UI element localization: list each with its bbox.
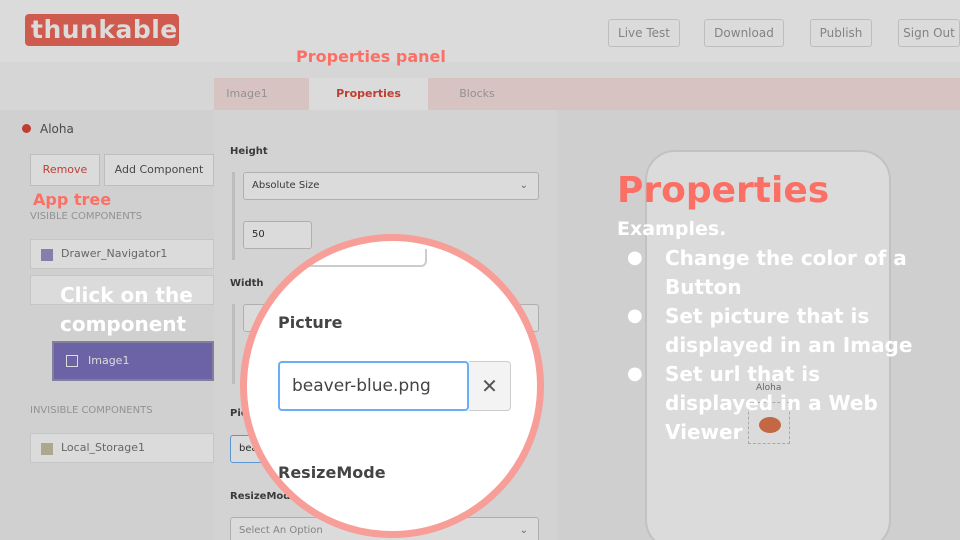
magnified-field-edge: [247, 249, 427, 267]
bullet-item-2: Set picture that is displayed in an Imag…: [665, 304, 913, 357]
properties-heading: Properties: [617, 170, 830, 211]
magnifier-circle: Picture beaver-blue.png ✕ ResizeMode: [240, 234, 544, 538]
close-icon[interactable]: ✕: [469, 361, 511, 411]
click-caption-line2: component: [60, 312, 187, 336]
click-caption-line1: Click on the: [60, 283, 193, 307]
magnified-picture-input[interactable]: beaver-blue.png: [278, 361, 469, 411]
bullet-dot: ●: [627, 247, 643, 268]
bullet-dot: ●: [627, 363, 643, 384]
app-tree-caption: App tree: [33, 190, 112, 209]
bullet-item-1: Change the color of a Button: [665, 246, 907, 299]
bullet-item-3: Set url that is displayed in a Web Viewe…: [665, 362, 878, 444]
magnified-picture-label: Picture: [278, 313, 343, 332]
bullet-dot: ●: [627, 305, 643, 326]
properties-panel-caption: Properties panel: [296, 47, 446, 66]
examples-label: Examples.: [617, 218, 727, 240]
magnified-resize-label: ResizeMode: [278, 463, 386, 482]
